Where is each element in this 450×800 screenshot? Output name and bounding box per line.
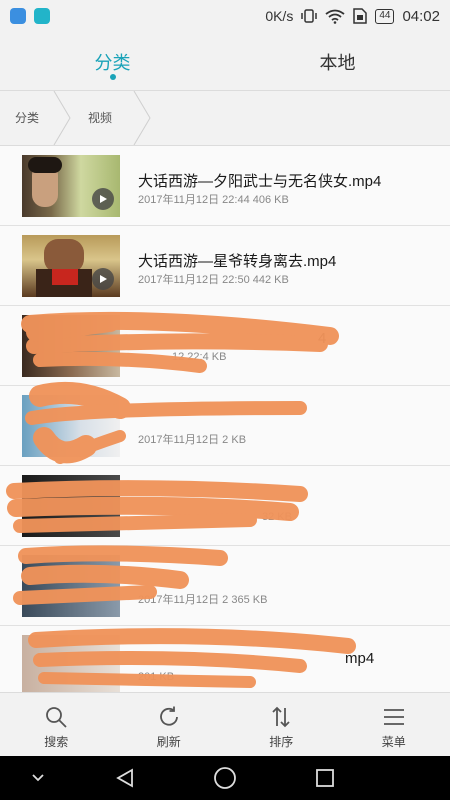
collapse-button[interactable] <box>28 765 48 791</box>
back-icon <box>116 768 133 788</box>
play-icon <box>92 188 114 210</box>
message-app-icon <box>34 8 50 24</box>
active-tab-indicator <box>109 74 116 80</box>
bottom-action-bar: 搜索 刷新 排序 菜单 <box>0 692 450 756</box>
list-item[interactable]: 大话西游—星爷转身离去.mp4 2017年11月12日 22:50 442 KB <box>0 226 450 306</box>
refresh-icon <box>159 706 178 726</box>
sort-icon <box>272 706 290 728</box>
file-meta: 12 22:4 KB <box>172 351 227 363</box>
tab-category-label: 分类 <box>94 53 131 73</box>
search-button-label: 搜索 <box>44 735 69 749</box>
list-item[interactable]: 2017年11月12日 2 KB <box>0 386 450 466</box>
breadcrumb: 分类 视频 <box>0 90 450 146</box>
breadcrumb-chevron-icon <box>133 91 151 145</box>
breadcrumb-item-video[interactable]: 视频 <box>88 91 112 145</box>
list-item[interactable]: 32 KB <box>0 466 450 546</box>
back-button[interactable] <box>112 765 138 791</box>
tab-local-label: 本地 <box>319 53 356 73</box>
tab-category[interactable]: 分类 <box>0 32 225 90</box>
video-thumbnail <box>22 635 120 692</box>
file-name: 大话西游—夕阳武士与无名侠女.mp4 <box>138 173 382 190</box>
sort-button[interactable]: 排序 <box>225 693 338 756</box>
gallery-app-icon <box>10 8 26 24</box>
search-icon <box>46 707 67 728</box>
file-meta: 2017年11月12日 22:50 442 KB <box>138 274 289 286</box>
status-bar: 0K/s 44 04:02 <box>0 0 450 32</box>
file-meta: 2017年11月12日 2 KB <box>138 434 247 446</box>
battery-indicator: 44 <box>375 8 395 24</box>
menu-icon <box>383 709 404 725</box>
breadcrumb-item-category[interactable]: 分类 <box>15 91 39 145</box>
file-name: 大话西游—星爷转身离去.mp4 <box>138 253 337 270</box>
file-name: 4 <box>318 330 327 347</box>
file-name: mp4 <box>345 650 375 667</box>
video-thumbnail <box>22 315 120 377</box>
search-button[interactable]: 搜索 <box>0 693 113 756</box>
file-meta: 32 KB <box>262 511 292 523</box>
video-thumbnail <box>22 475 120 537</box>
system-navigation-bar <box>0 756 450 800</box>
menu-button-label: 菜单 <box>381 735 406 749</box>
sim-icon <box>353 8 368 24</box>
vibrate-icon <box>301 9 318 23</box>
list-item[interactable]: 4 12 22:4 KB <box>0 306 450 386</box>
home-icon <box>214 767 236 789</box>
list-item[interactable]: 2017年11月12日 2 365 KB <box>0 546 450 626</box>
network-speed: 0K/s <box>265 8 294 24</box>
menu-button[interactable]: 菜单 <box>338 693 450 756</box>
list-item[interactable]: mp4 201 KB <box>0 626 450 692</box>
video-thumbnail <box>22 395 120 457</box>
refresh-button[interactable]: 刷新 <box>113 693 226 756</box>
status-time: 04:02 <box>402 7 440 25</box>
home-button[interactable] <box>212 765 238 791</box>
collapse-icon <box>32 774 44 782</box>
file-meta: 201 KB <box>138 671 175 683</box>
refresh-button-label: 刷新 <box>156 735 181 749</box>
video-file-list[interactable]: 大话西游—夕阳武士与无名侠女.mp4 2017年11月12日 22:44 406… <box>0 146 450 692</box>
sort-button-label: 排序 <box>269 735 294 749</box>
list-item[interactable]: 大话西游—夕阳武士与无名侠女.mp4 2017年11月12日 22:44 406… <box>0 146 450 226</box>
video-thumbnail <box>22 235 120 297</box>
play-icon <box>92 268 114 290</box>
breadcrumb-chevron-icon <box>53 91 71 145</box>
tab-local[interactable]: 本地 <box>225 32 450 90</box>
file-meta: 2017年11月12日 2 365 KB <box>138 594 268 606</box>
recents-icon <box>316 769 334 787</box>
video-thumbnail <box>22 155 120 217</box>
video-thumbnail <box>22 555 120 617</box>
recents-button[interactable] <box>312 765 338 791</box>
file-meta: 2017年11月12日 22:44 406 KB <box>138 194 289 206</box>
category-tabs: 分类 本地 <box>0 32 450 90</box>
wifi-icon <box>325 9 345 24</box>
